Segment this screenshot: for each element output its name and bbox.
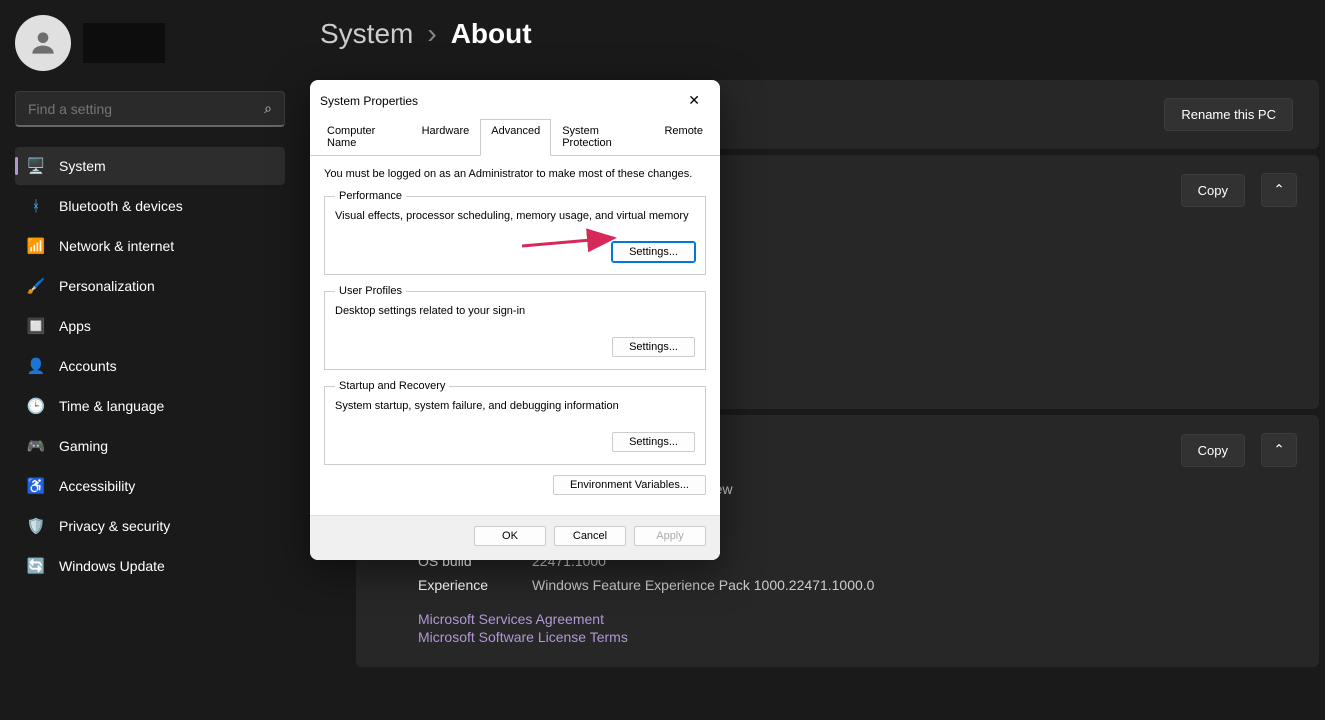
group-legend: Performance — [335, 190, 406, 202]
dialog-title: System Properties — [320, 94, 418, 108]
network-icon: 📶 — [27, 237, 45, 255]
bluetooth-icon: ᚼ — [27, 197, 45, 215]
sidebar-item-label: Time & language — [59, 398, 164, 414]
tab-computer-name[interactable]: Computer Name — [316, 119, 411, 155]
close-icon[interactable]: ✕ — [682, 90, 706, 111]
performance-settings-button[interactable]: Settings... — [612, 242, 695, 262]
tab-advanced[interactable]: Advanced — [480, 119, 551, 156]
breadcrumb-parent[interactable]: System — [320, 18, 413, 50]
collapse-device-specs-button[interactable]: ⌃ — [1261, 173, 1297, 207]
avatar[interactable] — [15, 15, 71, 71]
system-properties-dialog: System Properties ✕ Computer NameHardwar… — [310, 80, 720, 560]
spec-row: ExperienceWindows Feature Experience Pac… — [418, 573, 1291, 597]
dialog-tabs: Computer NameHardwareAdvancedSystem Prot… — [310, 119, 720, 156]
sidebar-item-bluetooth[interactable]: ᚼ Bluetooth & devices — [15, 187, 285, 225]
group-desc: Visual effects, processor scheduling, me… — [335, 210, 695, 222]
sidebar-item-label: Bluetooth & devices — [59, 198, 183, 214]
time-icon: 🕒 — [27, 397, 45, 415]
sidebar-item-accounts[interactable]: 👤 Accounts — [15, 347, 285, 385]
sidebar-item-apps[interactable]: 🔲 Apps — [15, 307, 285, 345]
collapse-windows-specs-button[interactable]: ⌃ — [1261, 433, 1297, 467]
sidebar-item-system[interactable]: 🖥️ System — [15, 147, 285, 185]
chevron-up-icon: ⌃ — [1273, 182, 1284, 198]
copy-windows-specs-button[interactable]: Copy — [1181, 434, 1245, 467]
cancel-button[interactable]: Cancel — [554, 526, 626, 546]
chevron-right-icon: › — [427, 18, 436, 50]
sidebar-item-label: Network & internet — [59, 238, 174, 254]
sidebar-item-privacy[interactable]: 🛡️ Privacy & security — [15, 507, 285, 545]
ok-button[interactable]: OK — [474, 526, 546, 546]
sidebar-item-label: Apps — [59, 318, 91, 334]
accounts-icon: 👤 — [27, 357, 45, 375]
personalization-icon: 🖌️ — [27, 277, 45, 295]
gaming-icon: 🎮 — [27, 437, 45, 455]
user-name — [83, 23, 165, 63]
tab-remote[interactable]: Remote — [653, 119, 714, 155]
sidebar-item-network[interactable]: 📶 Network & internet — [15, 227, 285, 265]
sidebar-item-label: Accessibility — [59, 478, 135, 494]
system-icon: 🖥️ — [27, 157, 45, 175]
sidebar-item-label: Windows Update — [59, 558, 165, 574]
sidebar-item-label: System — [59, 158, 106, 174]
copy-device-specs-button[interactable]: Copy — [1181, 174, 1245, 207]
accessibility-icon: ♿ — [27, 477, 45, 495]
group-legend: User Profiles — [335, 285, 406, 297]
software-license-link[interactable]: Microsoft Software License Terms — [418, 629, 1291, 645]
sidebar-item-label: Gaming — [59, 438, 108, 454]
spec-value: Windows Feature Experience Pack 1000.224… — [532, 577, 874, 593]
chevron-up-icon: ⌃ — [1273, 442, 1284, 458]
services-agreement-link[interactable]: Microsoft Services Agreement — [418, 611, 1291, 627]
search-field[interactable] — [28, 101, 264, 117]
rename-pc-button[interactable]: Rename this PC — [1164, 98, 1293, 131]
sidebar-item-accessibility[interactable]: ♿ Accessibility — [15, 467, 285, 505]
user-profiles-settings-button[interactable]: Settings... — [612, 337, 695, 357]
group-performance: Performance Visual effects, processor sc… — [324, 190, 706, 275]
group-desc: System startup, system failure, and debu… — [335, 400, 695, 412]
sidebar-item-time[interactable]: 🕒 Time & language — [15, 387, 285, 425]
sidebar-item-update[interactable]: 🔄 Windows Update — [15, 547, 285, 585]
search-icon: ⌕ — [264, 100, 272, 117]
sidebar-item-label: Accounts — [59, 358, 117, 374]
privacy-icon: 🛡️ — [27, 517, 45, 535]
breadcrumb: System › About — [320, 18, 1325, 50]
apply-button[interactable]: Apply — [634, 526, 706, 546]
group-legend: Startup and Recovery — [335, 380, 449, 392]
tab-system-protection[interactable]: System Protection — [551, 119, 653, 155]
group-desc: Desktop settings related to your sign-in — [335, 305, 695, 317]
sidebar-item-label: Personalization — [59, 278, 155, 294]
spec-label: Experience — [418, 577, 532, 593]
sidebar-item-personalization[interactable]: 🖌️ Personalization — [15, 267, 285, 305]
search-input[interactable]: ⌕ — [15, 91, 285, 127]
group-startup-and-recovery: Startup and Recovery System startup, sys… — [324, 380, 706, 465]
admin-note: You must be logged on as an Administrato… — [324, 168, 706, 180]
environment-variables-button[interactable]: Environment Variables... — [553, 475, 706, 495]
user-section — [15, 15, 285, 71]
sidebar-item-gaming[interactable]: 🎮 Gaming — [15, 427, 285, 465]
sidebar-item-label: Privacy & security — [59, 518, 170, 534]
breadcrumb-current: About — [451, 18, 532, 50]
tab-hardware[interactable]: Hardware — [411, 119, 481, 155]
group-user-profiles: User Profiles Desktop settings related t… — [324, 285, 706, 370]
update-icon: 🔄 — [27, 557, 45, 575]
startup-and-recovery-settings-button[interactable]: Settings... — [612, 432, 695, 452]
apps-icon: 🔲 — [27, 317, 45, 335]
